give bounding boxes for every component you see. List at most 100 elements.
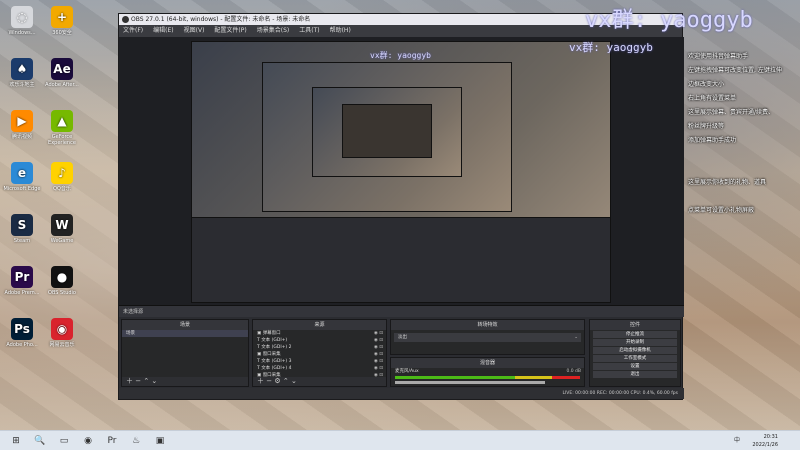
danmaku-overlay-notes: 欢迎使用抖音弹幕助手 左键拖拽弹幕可改变位置, 左键拉伸 边框改变大小 右上角有设置菜… [688,50,796,218]
visibility-lock-icons[interactable]: ◉ ⊡ [374,365,383,372]
add-icon[interactable]: ＋ [126,377,135,385]
obs-logo-icon [122,16,129,23]
visibility-lock-icons[interactable]: ◉ ⊡ [374,358,383,365]
desktop-icon-label: GeForce Experience [48,134,76,146]
watermark-small: vx群: yaoggyb [370,51,431,60]
desktop-icon-label: Windows... [8,30,36,36]
volume-slider[interactable] [395,381,545,384]
source-item[interactable]: ▣ 弹幕窗口 ◉ ⊡ [253,330,386,337]
app-icon: ◌ [11,6,33,28]
menu-item[interactable]: 配置文件(P) [214,27,246,34]
transitions-title: 转场特效 [391,320,584,330]
down-icon[interactable]: ⌄ [291,377,297,385]
taskbar-app-icon[interactable]: ▭ [54,433,74,449]
overlay-note-line: 右上角有设置菜单 [688,95,737,102]
desktop-icon[interactable]: W WeGame [42,210,82,256]
control-button[interactable]: 工作室模式 [593,355,677,362]
control-button[interactable]: 退出 [593,371,677,378]
desktop-icon[interactable]: S Steam [2,210,42,256]
menu-item[interactable]: 场景集合(S) [257,27,290,34]
source-item[interactable]: T 文本 (GDI+) 3 ◉ ⊡ [253,358,386,365]
control-button[interactable]: 启动虚拟摄像机 [593,347,677,354]
desktop-icon[interactable]: ♠ 欢乐斗地主 [2,54,42,100]
desktop-icon[interactable]: Ae Adobe After... [42,54,82,100]
watermark-large: vx群: yaoggyb [585,8,753,33]
overlay-note-line [688,190,796,204]
down-icon[interactable]: ⌄ [151,377,157,385]
overlay-note-line: 点菜单可设置小礼物屏蔽 [688,207,755,214]
add-icon[interactable]: ＋ [257,377,266,385]
overlay-note-line [688,148,796,162]
visibility-lock-icons[interactable]: ◉ ⊡ [374,351,383,358]
nested-preview-3 [342,104,432,158]
menu-item[interactable]: 视图(V) [184,27,205,34]
transitions-dock: 转场特效 淡出 ⌄ [390,319,585,355]
taskbar-app-icon[interactable]: ◉ [78,433,98,449]
volume-meter [395,376,580,379]
desktop-icon-label: 360安全 [52,30,72,36]
control-buttons: 停止推流 开始录制 启动虚拟摄像机 工作室模式 设置 退出 [590,331,680,378]
menu-item[interactable]: 工具(T) [299,27,319,34]
visibility-lock-icons[interactable]: ◉ ⊡ [374,330,383,337]
app-icon: + [51,6,73,28]
watermark-medium: vx群: yaoggyb [569,41,653,54]
app-icon: ♪ [51,162,73,184]
visibility-lock-icons[interactable]: ◉ ⊡ [374,337,383,344]
transition-value: 淡出 [398,335,407,340]
chevron-down-icon: ⌄ [574,335,578,340]
desktop-icon[interactable]: +360安全 [42,2,82,48]
desktop-icon[interactable]: Ps Adobe Pho... [2,314,42,360]
source-label: 文本 (GDI+) 3 [261,359,292,364]
taskbar-app-icon[interactable]: ▣ [150,433,170,449]
up-icon[interactable]: ⌃ [283,377,291,385]
taskbar-app-icon[interactable]: Pr [102,433,122,449]
desktop-icon[interactable]: ▲ GeForce Experience [42,106,82,152]
app-icon: S [11,214,33,236]
app-icon: W [51,214,73,236]
sources-title: 来源 [253,320,386,330]
desktop-icon[interactable]: ♪ QQ音乐 [42,158,82,204]
source-item[interactable]: T 文本 (GDI+) ◉ ⊡ [253,337,386,344]
app-icon: ● [51,266,73,288]
control-button[interactable]: 开始录制 [593,339,677,346]
clock-date: 2022/1/26 [752,442,778,448]
desktop-icon[interactable]: Pr Adobe Prem... [2,262,42,308]
obs-preview[interactable]: vx群: yaoggyb [119,37,684,305]
mixer-dock: 混音器 麦克风/Aux 0.0 dB [390,357,585,387]
menu-item[interactable]: 编辑(E) [153,27,173,34]
desktop-icon[interactable]: ◉ 网易云音乐 [42,314,82,360]
desktop-icon[interactable]: ◌ Windows... [2,2,42,48]
control-button[interactable]: 停止推流 [593,331,677,338]
overlay-note-line: 边框改变大小 [688,81,725,88]
transition-select[interactable]: 淡出 ⌄ [394,333,581,342]
desktop-icon[interactable]: ● OBS Studio [42,262,82,308]
menu-item[interactable]: 帮助(H) [330,27,351,34]
visibility-lock-icons[interactable]: ◉ ⊡ [374,344,383,351]
scene-item[interactable]: 场景 [122,330,248,337]
source-item[interactable]: ▣ 窗口采集 ◉ ⊡ [253,351,386,358]
context-bar: 未选择源 [119,305,684,317]
app-icon: ▶ [11,110,33,132]
system-clock[interactable]: 20:31 2022/1/26 [752,433,778,449]
overlay-note-line: 欢迎使用抖音弹幕助手 [688,53,749,60]
mixer-track: 麦克风/Aux 0.0 dB [391,368,584,375]
control-button[interactable]: 设置 [593,363,677,370]
gear-icon[interactable]: ⚙ [274,377,283,385]
source-item[interactable]: T 文本 (GDI+) 2 ◉ ⊡ [253,344,386,351]
sources-dock: 来源 ▣ 弹幕窗口 ◉ ⊡ T 文本 (GDI+) ◉ ⊡ T 文本 (GDI+) 2 ◉… [252,319,387,387]
window-title: OBS 27.0.1 (64-bit, windows) - 配置文件: 未命名… [131,16,311,23]
ime-indicator[interactable]: 中 [734,433,740,449]
taskbar-app-icon[interactable]: ⊞ [6,433,26,449]
clock-time: 20:31 [763,434,778,440]
overlay-note-line [688,162,796,176]
mixer-track-label: 麦克风/Aux [395,369,419,374]
taskbar-app-icon[interactable]: ♨ [126,433,146,449]
menu-item[interactable]: 文件(F) [123,27,143,34]
desktop-icon[interactable]: ▶ 腾讯视频 [2,106,42,152]
obs-window[interactable]: OBS 27.0.1 (64-bit, windows) - 配置文件: 未命名… [118,13,684,400]
status-bar: LIVE: 00:00:00 REC: 00:00:00 CPU: 0.4%, … [119,388,684,399]
desktop-icon[interactable]: e Microsoft Edge [2,158,42,204]
source-item[interactable]: T 文本 (GDI+) 4 ◉ ⊡ [253,365,386,372]
taskbar-app-icon[interactable]: 🔍 [30,433,50,449]
desktop-icon-label: OBS Studio [48,290,76,296]
